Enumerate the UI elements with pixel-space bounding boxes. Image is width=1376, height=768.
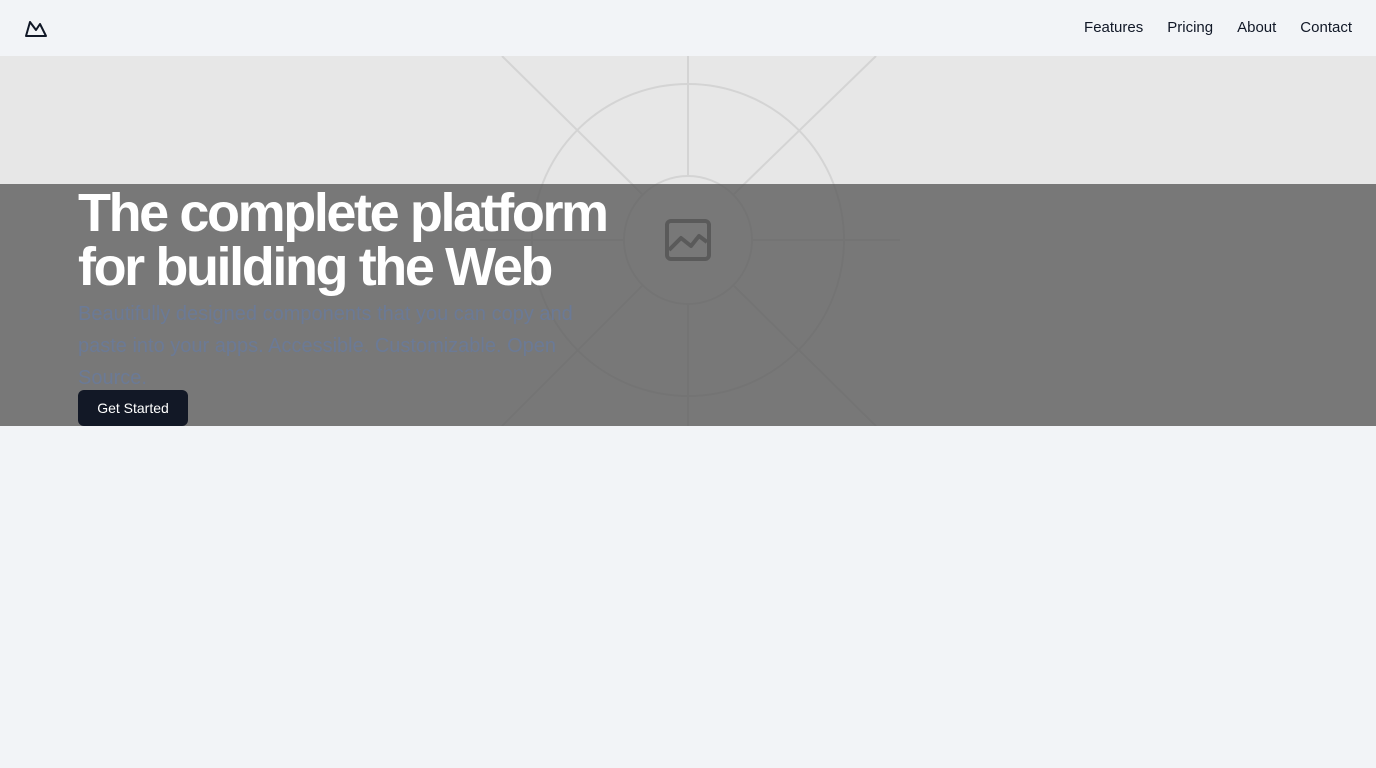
hero-section: The complete platform for building the W… [0, 56, 1376, 426]
hero-subtitle: Beautifully designed components that you… [78, 303, 573, 389]
hero-content: The complete platform for building the W… [78, 184, 658, 394]
hero-title-line-1: The complete platform [78, 183, 609, 243]
nav-link-contact[interactable]: Contact [1300, 18, 1352, 38]
nav-link-about[interactable]: About [1237, 18, 1276, 38]
get-started-button[interactable]: Get Started [78, 390, 188, 426]
main-nav: Features Pricing About Contact [1060, 18, 1352, 38]
nav-link-features[interactable]: Features [1084, 18, 1143, 38]
navbar: Features Pricing About Contact [0, 0, 1376, 56]
logo-link[interactable] [24, 16, 48, 40]
nav-link-pricing[interactable]: Pricing [1167, 18, 1213, 38]
hero-title-line-2: for building the Web [78, 237, 553, 297]
hero-title: The complete platform for building the W… [78, 186, 658, 294]
image-placeholder-icon [665, 219, 711, 261]
mountain-logo-icon [25, 21, 47, 37]
